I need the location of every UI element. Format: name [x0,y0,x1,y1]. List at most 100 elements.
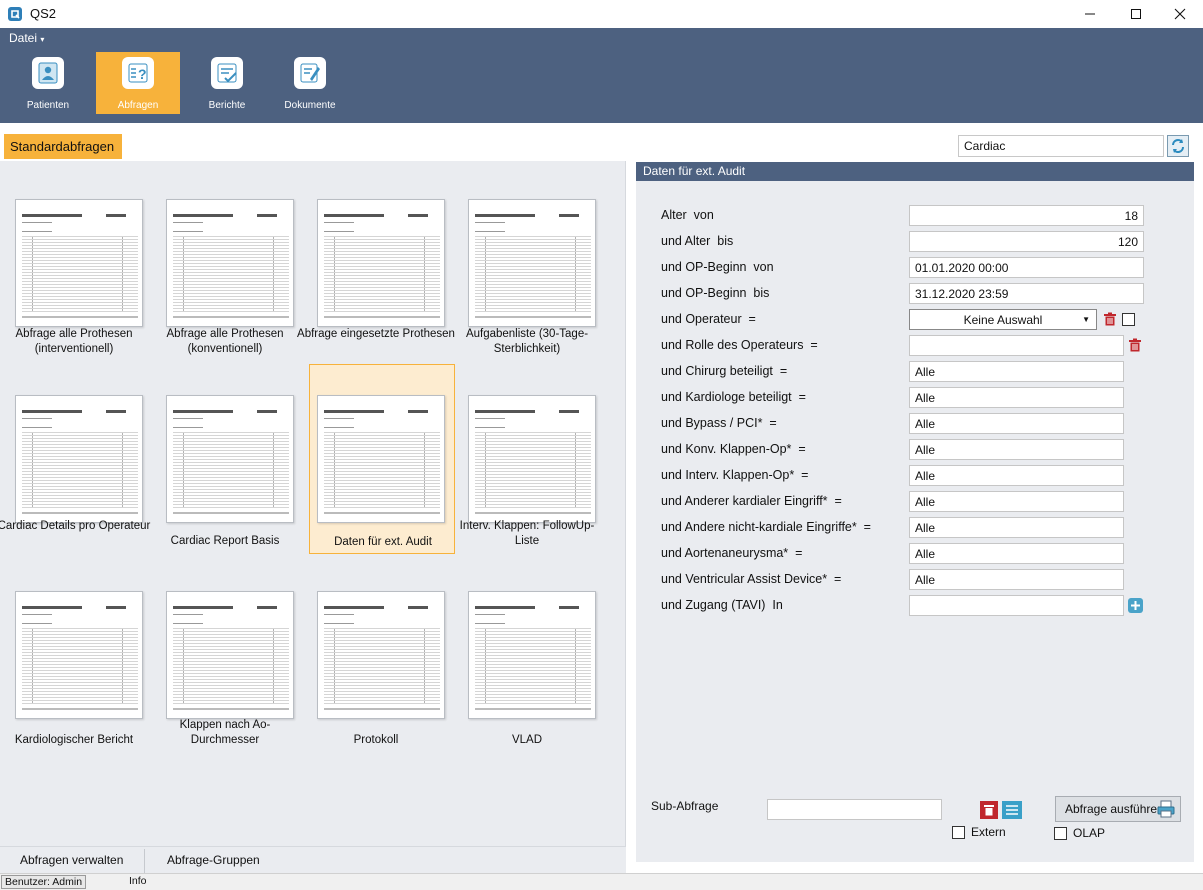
report-thumbnail [317,199,445,327]
detail-header: Daten für ext. Audit [636,162,1194,181]
field-label: und Aortenaneurysma* = [661,546,803,560]
menu-datei-label: Datei [9,31,38,45]
form-row: und Anderer kardialer Eingriff* = Alle [636,491,1194,513]
manage-queries-link[interactable]: Abfragen verwalten [20,853,123,867]
chirurg-input[interactable]: Alle [909,361,1124,382]
report-thumbnail [468,591,596,719]
olap-label: OLAP [1073,826,1106,840]
role-delete-button[interactable] [1127,337,1143,353]
query-groups-link[interactable]: Abfrage-Gruppen [167,853,260,867]
field-label: und Alter bis [661,234,734,248]
menu-datei[interactable]: Datei ▾ [9,31,44,45]
form-row: und OP-Beginn bis 31.12.2020 23:59 [636,283,1194,305]
nav-abfragen-label: Abfragen [117,100,159,111]
nav-abfragen[interactable]: ? Abfragen [96,52,180,114]
field-label: und Zugang (TAVI) In [661,598,783,612]
vad-input[interactable]: Alle [909,569,1124,590]
report-thumbnail [317,591,445,719]
nav-patienten[interactable]: Patienten [6,52,90,114]
query-tile[interactable]: Abfrage alle Prothesen (interventionell) [1,163,147,355]
operateur-delete-button[interactable] [1102,311,1118,327]
age-from-input[interactable]: 18 [909,205,1144,226]
query-tile-selected[interactable]: Daten für ext. Audit [309,364,455,554]
run-query-button[interactable]: Abfrage ausführen [1055,796,1181,822]
field-label: und Chirurg beteiligt = [661,364,788,378]
query-gallery: Abfrage alle Prothesen (interventionell)… [0,161,626,873]
nav-berichte-label: Berichte [208,100,246,111]
nav-dokumente[interactable]: Dokumente [268,52,352,114]
query-tile[interactable]: Cardiac Report Basis [152,359,298,547]
refresh-button[interactable] [1167,135,1189,157]
report-thumbnail [317,395,445,523]
field-label: und Andere nicht-kardiale Eingriffe* = [661,520,871,534]
window-title: QS2 [30,6,57,21]
report-thumbnail [166,591,294,719]
status-bar: Benutzer: Admin Info [0,873,1203,890]
form-row: und Aortenaneurysma* = Alle [636,543,1194,565]
query-tile[interactable]: Protokoll [303,555,449,746]
aortenaneurysma-input[interactable]: Alle [909,543,1124,564]
query-tile[interactable]: Abfrage alle Prothesen (konventionell) [152,163,298,355]
checklist-icon [211,57,243,89]
sub-query-input[interactable] [767,799,942,820]
query-tile[interactable]: Interv. Klappen: FollowUp-Liste [454,359,600,547]
bypass-input[interactable]: Alle [909,413,1124,434]
operateur-checkbox[interactable] [1122,313,1135,326]
kardialer-eingriff-input[interactable]: Alle [909,491,1124,512]
extern-checkbox[interactable] [952,826,965,839]
op-start-from-input[interactable]: 01.01.2020 00:00 [909,257,1144,278]
op-start-to-input[interactable]: 31.12.2020 23:59 [909,283,1144,304]
kardiologe-input[interactable]: Alle [909,387,1124,408]
chevron-down-icon: ▾ [40,35,45,44]
chevron-down-icon: ▼ [1082,315,1090,324]
operator-role-input[interactable] [909,335,1124,356]
report-thumbnail [15,395,143,523]
interv-klappen-input[interactable]: Alle [909,465,1124,486]
question-doc-icon: ? [122,57,154,89]
maximize-button[interactable] [1113,0,1159,28]
konv-klappen-input[interactable]: Alle [909,439,1124,460]
status-info[interactable]: Info [129,875,147,887]
query-tile[interactable]: Abfrage eingesetzte Prothesen [297,163,455,351]
query-tile[interactable]: VLAD [454,555,600,746]
query-tile-label: Aufgabenliste (30-Tage-Sterblichkeit) [465,328,589,355]
nicht-kardiale-input[interactable]: Alle [909,517,1124,538]
minimize-button[interactable] [1067,0,1113,28]
form-row: und Andere nicht-kardiale Eingriffe* = A… [636,517,1194,539]
nav-patienten-label: Patienten [26,100,70,111]
form-row: und Ventricular Assist Device* = Alle [636,569,1194,591]
query-tile[interactable]: Kardiologischer Bericht [1,555,147,746]
tab-standardabfragen[interactable]: Standardabfragen [4,134,122,159]
app-icon [8,7,22,21]
report-thumbnail [468,199,596,327]
sub-query-delete-button[interactable] [980,801,998,819]
operateur-select[interactable]: Keine Auswahl ▼ [909,309,1097,330]
sub-query-list-button[interactable] [1002,801,1022,819]
plus-icon [1131,601,1140,610]
svg-text:?: ? [138,66,147,82]
field-label: und Ventricular Assist Device* = [661,572,842,586]
search-input[interactable]: Cardiac [958,135,1164,157]
query-tile-label: Protokoll [353,734,399,746]
report-thumbnail [15,591,143,719]
age-to-input[interactable]: 120 [909,231,1144,252]
query-tile[interactable]: Cardiac Details pro Operateur [0,359,150,547]
run-query-label: Abfrage ausführen [1065,802,1164,816]
query-tile[interactable]: Klappen nach Ao-Durchmesser [152,555,298,746]
title-bar: QS2 [0,0,1203,28]
query-tile-label: Klappen nach Ao-Durchmesser [179,719,271,746]
close-button[interactable] [1157,0,1203,28]
form-row: Alter von 18 [636,205,1194,227]
form-row: und Kardiologe beteiligt = Alle [636,387,1194,409]
field-label: und OP-Beginn bis [661,286,770,300]
field-label: und Konv. Klappen-Op* = [661,442,806,456]
query-tile[interactable]: Aufgabenliste (30-Tage-Sterblichkeit) [454,163,600,355]
olap-checkbox[interactable] [1054,827,1067,840]
nav-berichte[interactable]: Berichte [185,52,269,114]
add-button[interactable] [1128,598,1143,613]
form-row: und Chirurg beteiligt = Alle [636,361,1194,383]
operateur-select-value: Keine Auswahl [963,313,1043,327]
ribbon: Datei ▾ Patienten ? Abfragen Berichte Do… [0,28,1203,123]
status-user: Benutzer: Admin [1,875,87,889]
zugang-tavi-input[interactable] [909,595,1124,616]
